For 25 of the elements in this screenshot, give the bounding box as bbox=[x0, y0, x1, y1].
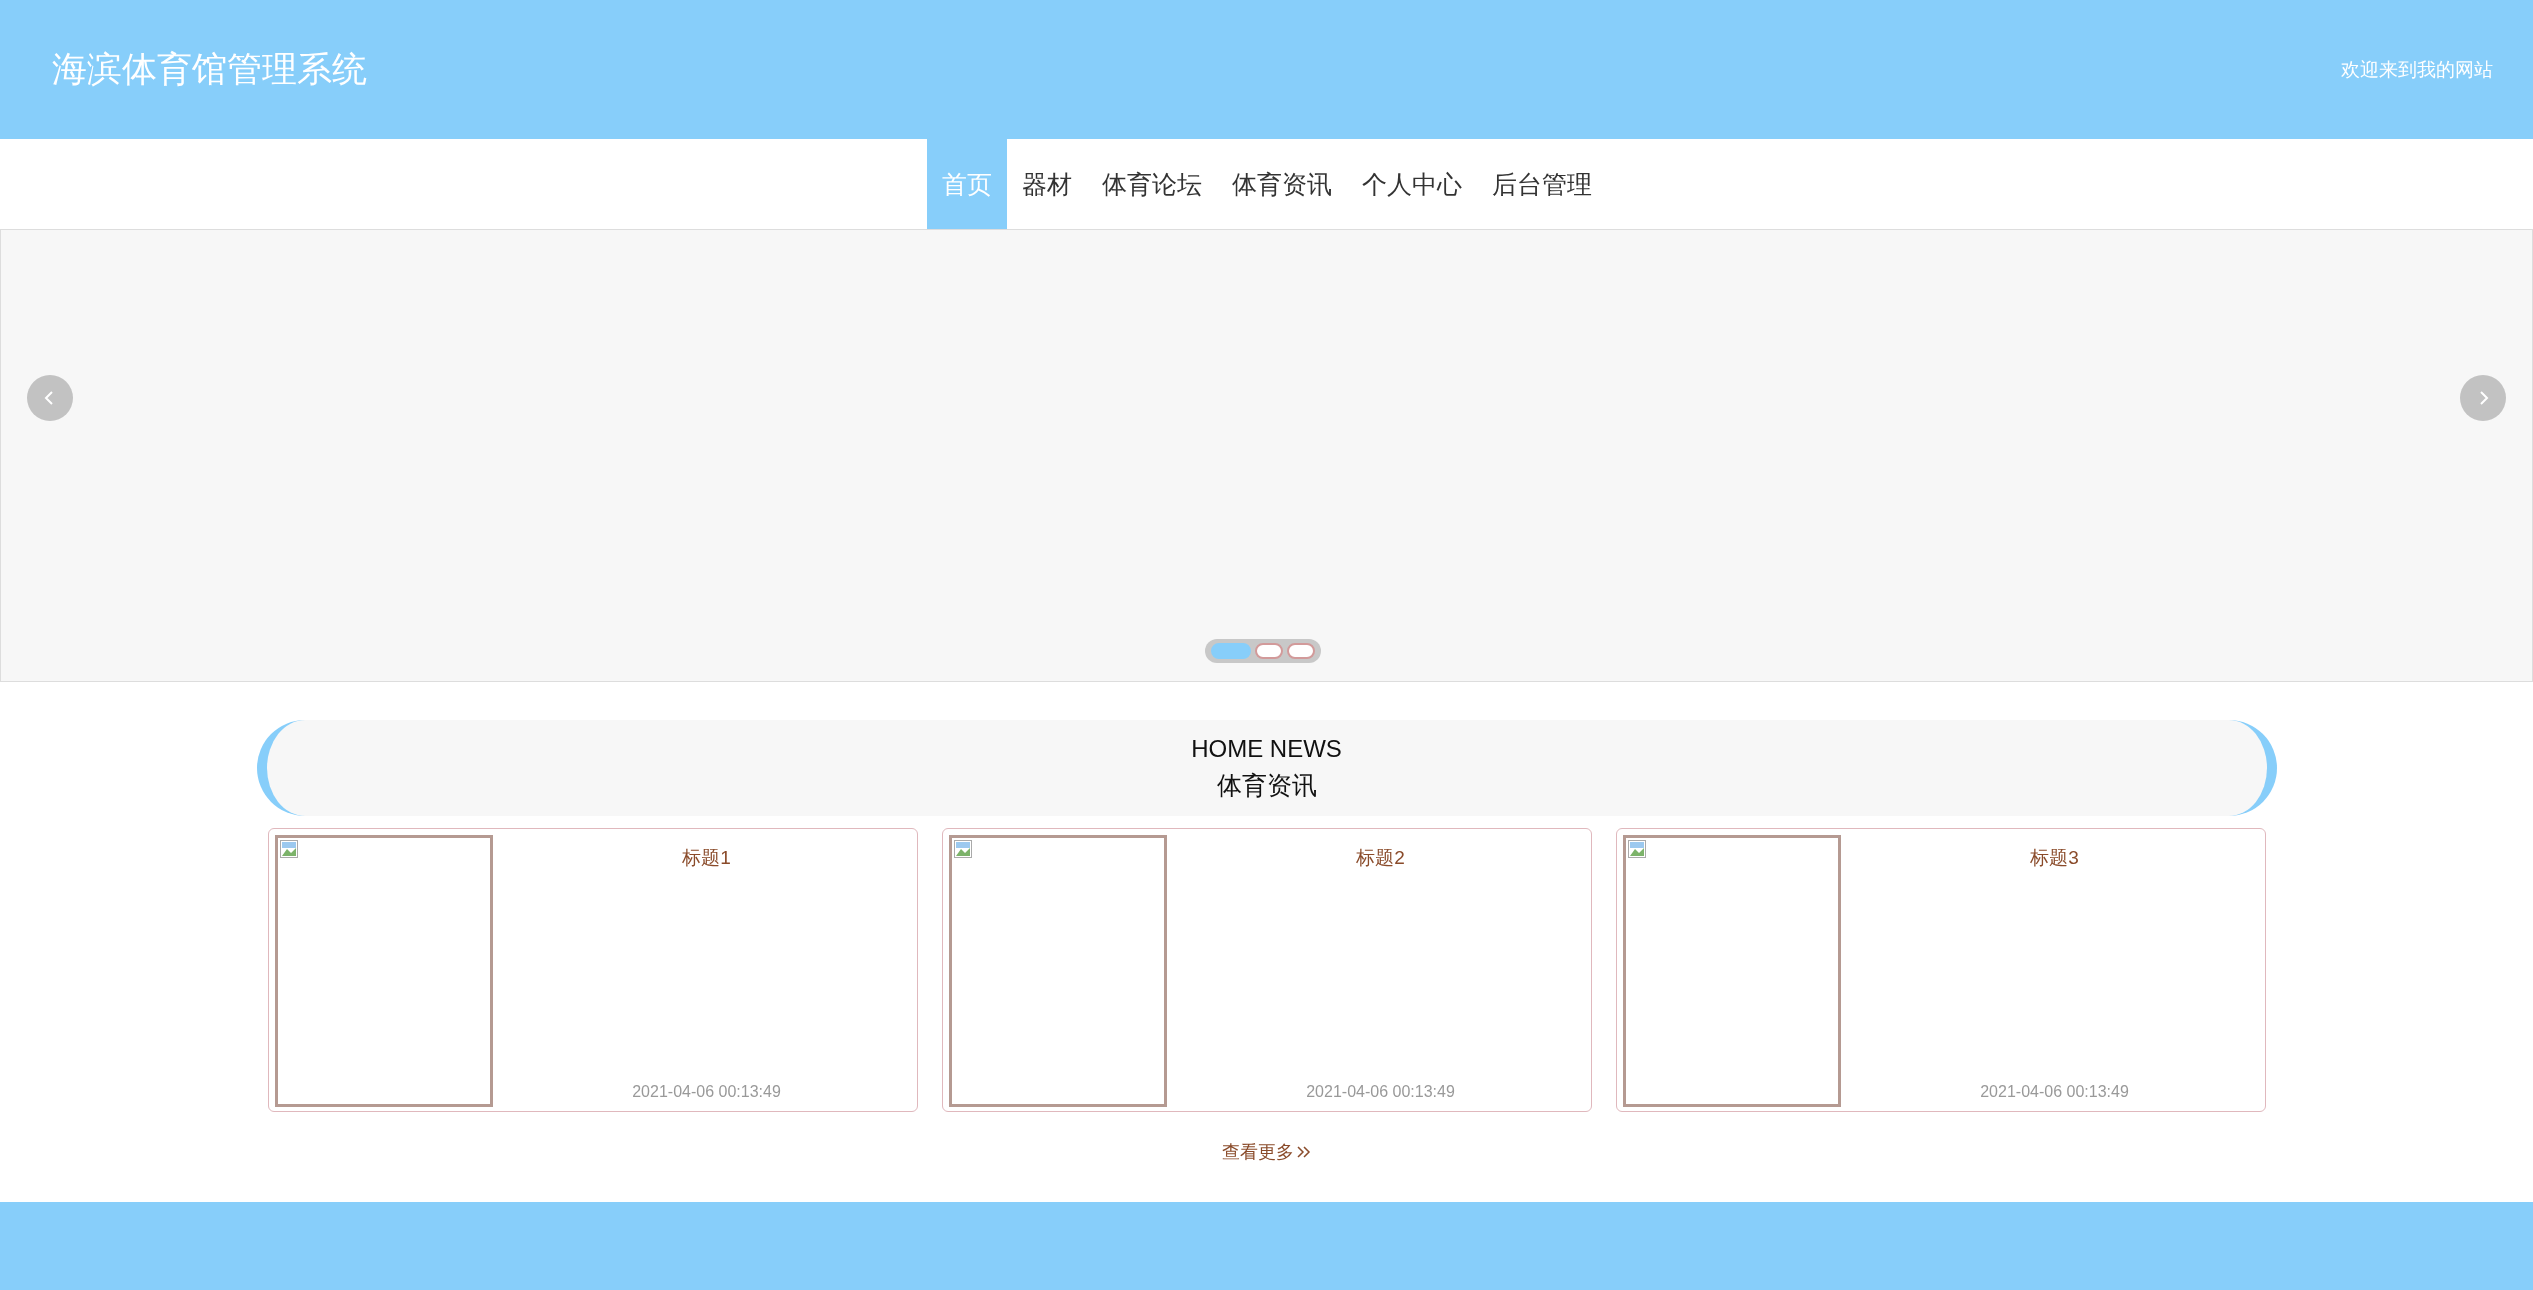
nav-tab[interactable]: 体育资讯 bbox=[1216, 139, 1347, 229]
nav-tab[interactable]: 个人中心 bbox=[1346, 139, 1477, 229]
news-card[interactable]: 标题2 2021-04-06 00:13:49 bbox=[941, 828, 1592, 1112]
broken-image-icon bbox=[1627, 840, 1646, 858]
view-more-link[interactable]: 查看更多 bbox=[1221, 1140, 1312, 1164]
site-title: 海滨体育馆管理系统 bbox=[52, 48, 367, 90]
welcome-text: 欢迎来到我的网站 bbox=[2341, 56, 2493, 82]
nav-tab[interactable]: 体育论坛 bbox=[1086, 139, 1217, 229]
double-chevron-icon bbox=[1295, 1145, 1312, 1159]
nav-tab[interactable]: 器材 bbox=[1006, 139, 1087, 229]
previous-button[interactable] bbox=[27, 375, 73, 421]
news-card[interactable]: 标题1 2021-04-06 00:13:49 bbox=[267, 828, 918, 1112]
news-date: 2021-04-06 00:13:49 bbox=[632, 1083, 781, 1101]
news-date: 2021-04-06 00:13:49 bbox=[1980, 1083, 2129, 1101]
news-title[interactable]: 标题3 bbox=[2030, 845, 2079, 871]
broken-image-icon bbox=[279, 840, 298, 858]
next-button[interactable] bbox=[2460, 375, 2506, 421]
section-title-english: HOME NEWS bbox=[1191, 734, 1342, 763]
broken-image-icon bbox=[953, 840, 972, 858]
nav-tab[interactable]: 后台管理 bbox=[1476, 139, 1607, 229]
news-title[interactable]: 标题1 bbox=[682, 845, 731, 871]
section-title: 体育资讯 bbox=[1216, 769, 1317, 801]
news-title[interactable]: 标题2 bbox=[1356, 845, 1405, 871]
news-date: 2021-04-06 00:13:49 bbox=[1306, 1083, 1455, 1101]
news-card[interactable]: 标题3 2021-04-06 00:13:49 bbox=[1615, 828, 2266, 1112]
